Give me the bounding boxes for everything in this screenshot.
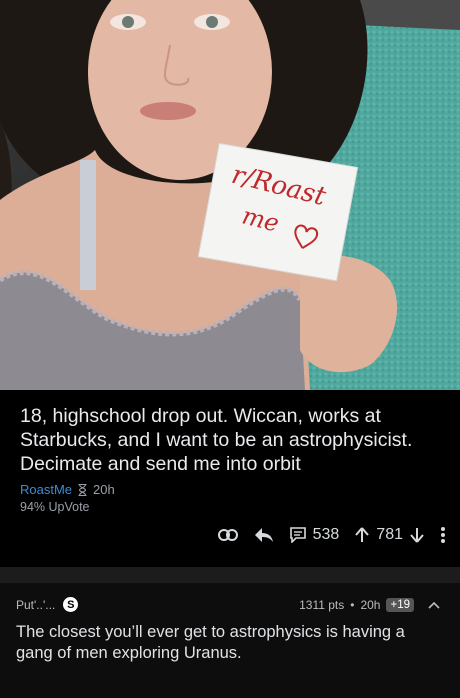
- hourglass-icon: [78, 483, 87, 496]
- comment-count: 538: [312, 526, 340, 543]
- post-title[interactable]: 18, highschool drop out. Wiccan, works a…: [20, 404, 440, 476]
- separator-dot: •: [350, 597, 355, 612]
- comment-body: The closest you’ll ever get to astrophys…: [16, 623, 405, 662]
- downvote-arrow-icon[interactable]: [410, 527, 424, 543]
- top-comment[interactable]: Put'..'... S 1311 pts • 20h +19 The clos…: [0, 583, 460, 698]
- subreddit-link[interactable]: RoastMe: [20, 482, 72, 497]
- reply-icon[interactable]: [254, 527, 274, 543]
- link-icon[interactable]: [217, 528, 238, 542]
- upvote-ratio: 94% UpVote: [20, 500, 90, 514]
- post-image[interactable]: r/Roast me: [0, 0, 460, 390]
- collapse-chevron-icon[interactable]: [428, 601, 440, 609]
- comment-age: 20h: [360, 597, 381, 612]
- comment-author[interactable]: Put'..'...: [16, 598, 55, 612]
- vote-control: 781: [355, 526, 424, 544]
- post-actions: 538 781: [217, 526, 446, 544]
- section-divider: [0, 567, 460, 583]
- more-options-icon[interactable]: [440, 526, 446, 544]
- gilded-badge: +19: [386, 597, 414, 612]
- comment-icon: [289, 527, 306, 543]
- comment-header: Put'..'... S 1311 pts • 20h +19: [16, 597, 440, 612]
- post-details: 18, highschool drop out. Wiccan, works a…: [0, 390, 460, 567]
- comment-points: 1311 pts: [299, 597, 345, 612]
- user-badge-icon: S: [63, 597, 79, 612]
- upvote-arrow-icon[interactable]: [355, 527, 370, 543]
- comments-button[interactable]: 538: [289, 526, 340, 544]
- post-score: 781: [376, 526, 403, 543]
- post-meta: RoastMe 20h: [20, 482, 440, 497]
- post-age: 20h: [93, 482, 115, 497]
- photo-illustration: r/Roast me: [0, 0, 460, 390]
